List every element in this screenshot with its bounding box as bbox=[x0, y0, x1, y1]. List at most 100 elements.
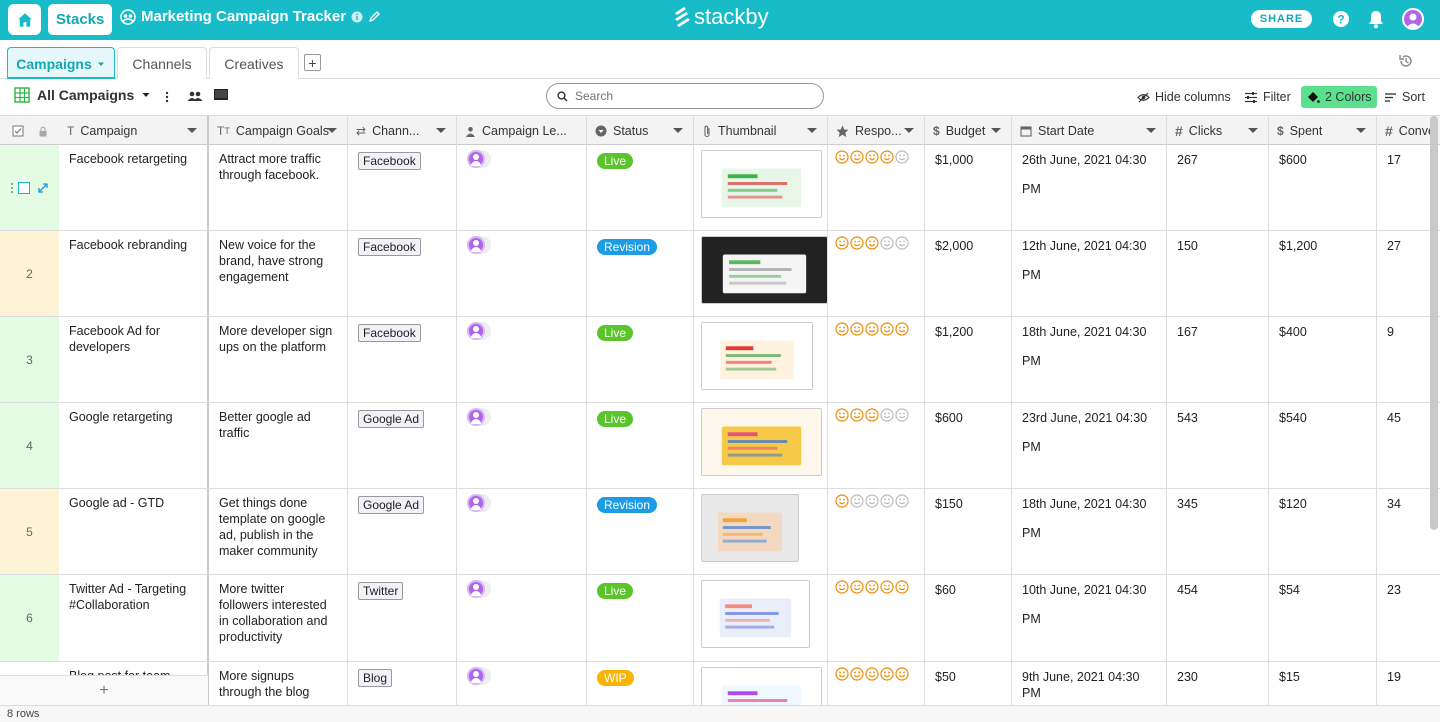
spent-cell[interactable]: $1,200 bbox=[1269, 231, 1377, 316]
campaign-lead-chip[interactable] bbox=[467, 322, 491, 340]
column-header-campaign-goals[interactable]: TT Campaign Goals bbox=[209, 116, 348, 146]
chevron-down-icon[interactable] bbox=[327, 128, 337, 133]
status-badge[interactable]: Revision bbox=[597, 239, 658, 255]
chevron-down-icon[interactable] bbox=[807, 128, 817, 133]
thumbnail-cell[interactable] bbox=[694, 317, 828, 402]
rating-face-filled-icon[interactable] bbox=[865, 667, 879, 681]
rating-faces[interactable] bbox=[835, 408, 914, 422]
rating-face-empty-icon[interactable] bbox=[895, 236, 909, 250]
channel-tag[interactable]: Facebook bbox=[358, 324, 421, 342]
campaign-cell[interactable]: Facebook retargeting bbox=[59, 145, 209, 230]
vertical-scrollbar[interactable] bbox=[1430, 116, 1438, 530]
add-row-button[interactable]: + bbox=[0, 675, 209, 705]
table-row[interactable]: 3 Facebook Ad for developers More develope… bbox=[0, 317, 1440, 403]
rating-face-filled-icon[interactable] bbox=[835, 667, 849, 681]
table-row[interactable]: 6 Twitter Ad - Targeting #Collaboration Mo… bbox=[0, 575, 1440, 662]
channel-tag[interactable]: Facebook bbox=[358, 152, 421, 170]
thumbnail[interactable] bbox=[701, 236, 827, 304]
thumbnail-cell[interactable] bbox=[694, 145, 828, 230]
budget-cell[interactable]: $50 bbox=[925, 662, 1012, 706]
clicks-cell[interactable]: 454 bbox=[1167, 575, 1269, 661]
rating-face-filled-icon[interactable] bbox=[850, 322, 864, 336]
column-header-campaign-lead[interactable]: Campaign Le... bbox=[457, 116, 587, 146]
thumbnail-cell[interactable] bbox=[694, 662, 828, 706]
status-badge[interactable]: Revision bbox=[597, 497, 658, 513]
rating-face-filled-icon[interactable] bbox=[865, 408, 879, 422]
column-header-response[interactable]: Respo... bbox=[828, 116, 925, 146]
status-cell[interactable]: WIP bbox=[587, 662, 694, 706]
rating-face-empty-icon[interactable] bbox=[865, 494, 879, 508]
conversions-cell[interactable]: 23 bbox=[1377, 575, 1440, 661]
notification-bell-icon[interactable] bbox=[1367, 9, 1385, 29]
column-header-start-date[interactable]: Start Date bbox=[1012, 116, 1167, 146]
status-badge[interactable]: Live bbox=[597, 325, 634, 341]
channel-cell[interactable]: Twitter bbox=[348, 575, 457, 661]
colors-button[interactable]: 2 Colors bbox=[1301, 86, 1377, 108]
chevron-down-icon[interactable] bbox=[187, 128, 197, 133]
lead-cell[interactable] bbox=[457, 489, 587, 574]
thumbnail-cell[interactable] bbox=[694, 231, 828, 316]
spent-cell[interactable]: $400 bbox=[1269, 317, 1377, 402]
collaborators-icon[interactable] bbox=[187, 89, 203, 103]
tab-creatives[interactable]: Creatives bbox=[209, 47, 299, 79]
status-badge[interactable]: WIP bbox=[597, 670, 634, 686]
rating-face-filled-icon[interactable] bbox=[880, 580, 894, 594]
share-button[interactable]: SHARE bbox=[1251, 10, 1312, 28]
tab-campaigns[interactable]: Campaigns bbox=[7, 47, 115, 79]
channel-cell[interactable]: Blog bbox=[348, 662, 457, 706]
rating-face-filled-icon[interactable] bbox=[895, 322, 909, 336]
status-badge[interactable]: Live bbox=[597, 583, 634, 599]
rating-faces[interactable] bbox=[835, 667, 914, 681]
rating-face-filled-icon[interactable] bbox=[880, 150, 894, 164]
campaign-lead-chip[interactable] bbox=[467, 667, 491, 685]
column-header-spent[interactable]: $ Spent bbox=[1269, 116, 1377, 146]
goals-cell[interactable]: Get things done template on google ad, p… bbox=[209, 489, 348, 574]
expand-record-icon[interactable] bbox=[37, 182, 49, 194]
rating-faces[interactable] bbox=[835, 150, 914, 164]
column-header-status[interactable]: Status bbox=[587, 116, 694, 146]
chevron-down-icon[interactable] bbox=[904, 128, 914, 133]
rating-face-filled-icon[interactable] bbox=[850, 236, 864, 250]
start-date-cell[interactable]: 26th June, 2021 04:30 PM bbox=[1012, 145, 1167, 230]
lead-cell[interactable] bbox=[457, 145, 587, 230]
campaign-cell[interactable]: Google ad - GTD bbox=[59, 489, 209, 574]
screen-icon[interactable] bbox=[213, 88, 229, 102]
chevron-down-icon[interactable] bbox=[1356, 128, 1366, 133]
thumbnail-cell[interactable] bbox=[694, 403, 828, 488]
rating-face-filled-icon[interactable] bbox=[835, 580, 849, 594]
lead-cell[interactable] bbox=[457, 403, 587, 488]
thumbnail-cell[interactable] bbox=[694, 489, 828, 574]
drag-handle-icon[interactable] bbox=[10, 182, 14, 194]
channel-cell[interactable]: Google Ad bbox=[348, 489, 457, 574]
select-all-checkbox-icon[interactable] bbox=[12, 125, 24, 137]
search-box[interactable] bbox=[546, 83, 824, 109]
campaign-lead-chip[interactable] bbox=[467, 150, 491, 168]
rating-face-filled-icon[interactable] bbox=[835, 236, 849, 250]
lead-cell[interactable] bbox=[457, 575, 587, 661]
hide-columns-button[interactable]: Hide columns bbox=[1137, 86, 1231, 108]
status-badge[interactable]: Live bbox=[597, 153, 634, 169]
goals-cell[interactable]: Attract more traffic through facebook. bbox=[209, 145, 348, 230]
table-row[interactable]: 2 Facebook rebranding New voice for the br… bbox=[0, 231, 1440, 317]
spent-cell[interactable]: $54 bbox=[1269, 575, 1377, 661]
table-row[interactable]: 4 Google retargeting Better google ad traf… bbox=[0, 403, 1440, 489]
channel-tag[interactable]: Google Ad bbox=[358, 410, 425, 428]
column-header-clicks[interactable]: # Clicks bbox=[1167, 116, 1269, 146]
budget-cell[interactable]: $1,200 bbox=[925, 317, 1012, 402]
thumbnail[interactable] bbox=[701, 150, 822, 218]
goals-cell[interactable]: New voice for the brand, have strong eng… bbox=[209, 231, 348, 316]
campaign-lead-chip[interactable] bbox=[467, 236, 491, 254]
row-number-cell[interactable]: 3 bbox=[0, 317, 59, 402]
rating-face-filled-icon[interactable] bbox=[865, 580, 879, 594]
goals-cell[interactable]: Better google ad traffic bbox=[209, 403, 348, 488]
rating-face-filled-icon[interactable] bbox=[895, 580, 909, 594]
spent-cell[interactable]: $15 bbox=[1269, 662, 1377, 706]
campaign-cell[interactable]: Facebook Ad for developers bbox=[59, 317, 209, 402]
chevron-down-icon[interactable] bbox=[1248, 128, 1258, 133]
rating-cell[interactable] bbox=[828, 575, 925, 661]
rating-face-filled-icon[interactable] bbox=[895, 667, 909, 681]
channel-tag[interactable]: Facebook bbox=[358, 238, 421, 256]
clicks-cell[interactable]: 345 bbox=[1167, 489, 1269, 574]
rating-face-filled-icon[interactable] bbox=[835, 322, 849, 336]
table-row[interactable]: Facebook retargeting Attract more traffic… bbox=[0, 145, 1440, 231]
